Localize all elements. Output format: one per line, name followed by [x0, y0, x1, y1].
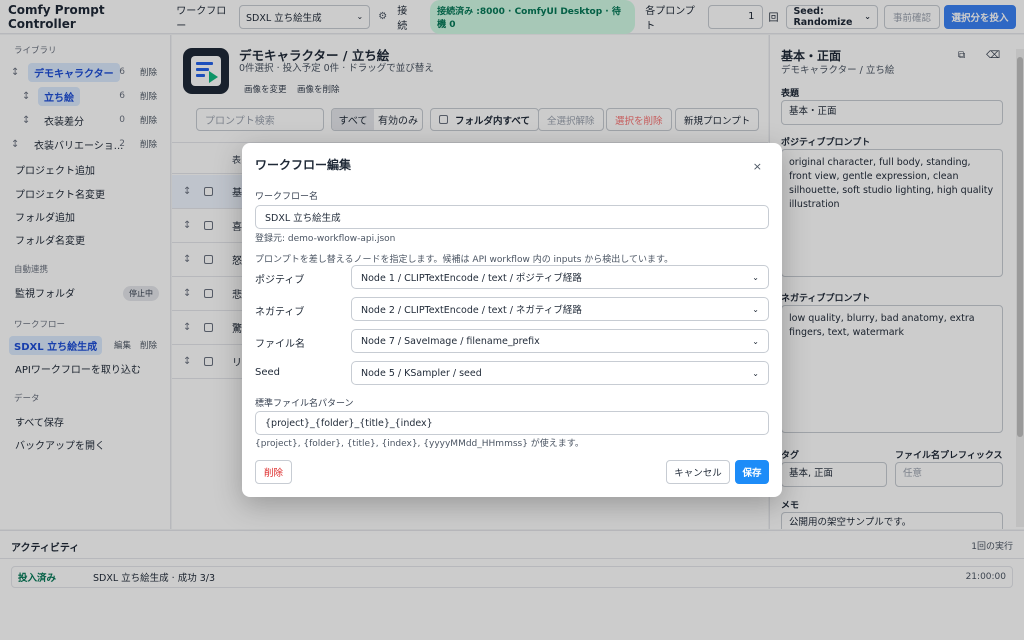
filename-node-select[interactable]: Node 7 / SaveImage / filename_prefix ⌄ — [351, 329, 769, 353]
positive-node-value: Node 1 / CLIPTextEncode / text / ポジティブ経路 — [361, 273, 582, 284]
filename-node-value: Node 7 / SaveImage / filename_prefix — [361, 335, 540, 347]
seed-node-select[interactable]: Node 5 / KSampler / seed ⌄ — [351, 361, 769, 385]
workflow-edit-dialog: ワークフロー編集 × ワークフロー名 SDXL 立ち絵生成 登録元: demo-… — [242, 143, 782, 497]
seed-node-label: Seed — [255, 367, 280, 378]
positive-node-label: ポジティブ — [255, 275, 305, 286]
filename-node-label: ファイル名 — [255, 339, 305, 350]
workflow-source-text: 登録元: demo-workflow-api.json — [255, 234, 396, 244]
negative-node-label: ネガティブ — [255, 307, 305, 318]
filename-pattern-help: {project}, {folder}, {title}, {index}, {… — [255, 439, 584, 449]
close-icon[interactable]: × — [753, 160, 762, 173]
chevron-down-icon: ⌄ — [752, 336, 759, 346]
node-mapping-help: プロンプトを差し替えるノードを指定します。候補は API workflow 内の… — [255, 255, 674, 265]
positive-node-select[interactable]: Node 1 / CLIPTextEncode / text / ポジティブ経路… — [351, 265, 769, 289]
negative-node-value: Node 2 / CLIPTextEncode / text / ネガティブ経路 — [361, 305, 582, 316]
workflow-name-input[interactable]: SDXL 立ち絵生成 — [255, 205, 769, 229]
chevron-down-icon: ⌄ — [752, 368, 759, 378]
workflow-name-label: ワークフロー名 — [255, 192, 319, 202]
negative-node-select[interactable]: Node 2 / CLIPTextEncode / text / ネガティブ経路… — [351, 297, 769, 321]
seed-node-value: Node 5 / KSampler / seed — [361, 367, 482, 379]
filename-pattern-input[interactable]: {project}_{folder}_{title}_{index} — [255, 411, 769, 435]
chevron-down-icon: ⌄ — [752, 304, 759, 314]
filename-pattern-label: 標準ファイル名パターン — [255, 399, 354, 409]
save-button[interactable]: 保存 — [735, 460, 769, 484]
cancel-button[interactable]: キャンセル — [666, 460, 730, 484]
delete-workflow-button[interactable]: 削除 — [255, 460, 293, 484]
dialog-title: ワークフロー編集 — [255, 158, 352, 172]
chevron-down-icon: ⌄ — [752, 272, 759, 282]
